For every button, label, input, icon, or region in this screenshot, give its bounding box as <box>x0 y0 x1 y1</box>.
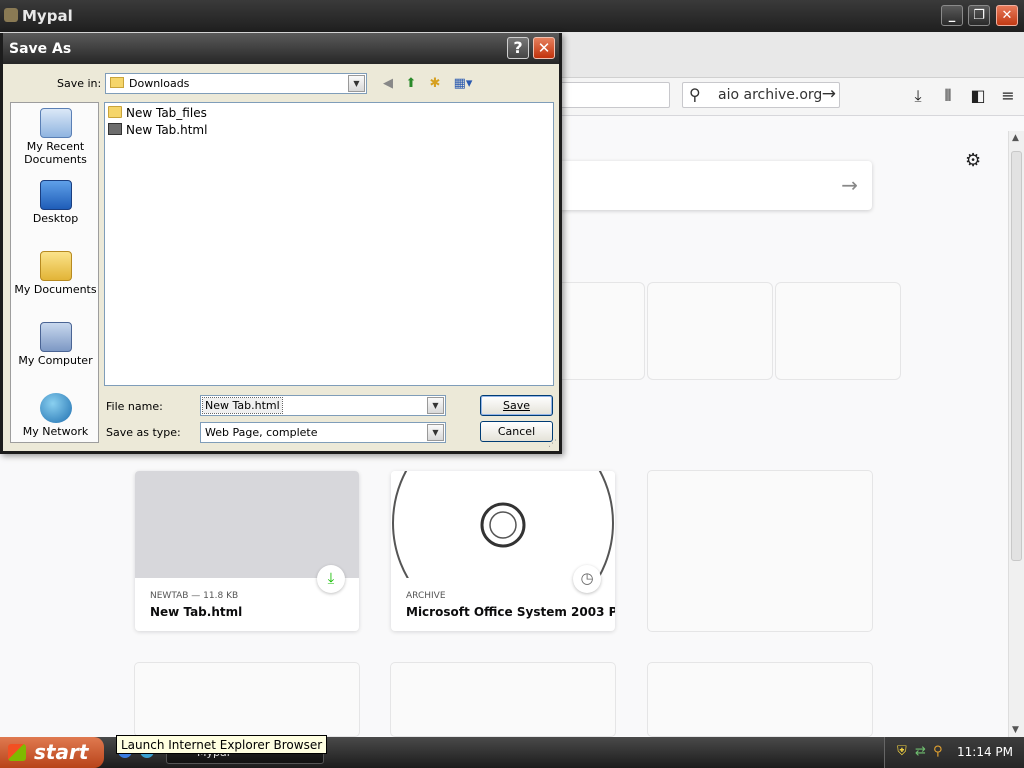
clock-icon: ◷ <box>573 565 601 593</box>
my-computer-icon <box>39 322 72 352</box>
chevron-down-icon[interactable]: ▼ <box>427 397 444 414</box>
empty-highlight-slot <box>135 663 359 736</box>
security-shield-icon[interactable]: ⛨ <box>897 744 907 759</box>
search-submit-arrow-icon[interactable]: → <box>841 173 858 197</box>
empty-highlight-slot <box>648 663 872 736</box>
my-documents-icon <box>39 251 72 281</box>
folder-icon <box>110 77 124 88</box>
view-menu-icon[interactable]: ▦▾ <box>450 76 476 92</box>
windows-flag-icon <box>8 744 26 761</box>
sidebar-icon[interactable]: ◧ <box>968 86 988 105</box>
download-icon: ⤓ <box>317 565 345 593</box>
highlight-card[interactable]: ⤓ NEWTAB — 11.8 KB New Tab.html <box>135 471 359 631</box>
gear-icon[interactable]: ⚙ <box>965 150 981 171</box>
place-my-documents[interactable]: My Documents <box>11 251 100 296</box>
place-my-computer[interactable]: My Computer <box>11 322 100 367</box>
search-go-arrow-icon[interactable]: → <box>822 84 836 104</box>
my-network-icon <box>39 393 72 423</box>
file-name: New Tab.html <box>126 123 208 137</box>
place-my-network[interactable]: My Network <box>11 393 100 438</box>
highlight-card[interactable]: ◷ ARCHIVE Microsoft Office System 2003 P… <box>391 471 615 631</box>
window-title: Mypal <box>22 7 73 25</box>
dialog-titlebar: Save As ? ✕ <box>3 33 559 64</box>
cd-disc-image <box>392 471 614 631</box>
place-label: My Network <box>22 425 89 438</box>
save-in-value: Downloads <box>129 77 190 90</box>
file-name-label: File name: <box>106 400 163 413</box>
minimize-button[interactable]: _ <box>941 5 963 26</box>
scroll-down-arrow-icon[interactable]: ▼ <box>1012 725 1019 735</box>
save-in-dropdown[interactable]: Downloads ▼ <box>105 73 367 94</box>
place-label: My Documents <box>14 283 97 296</box>
network-icon[interactable]: ⇄ <box>915 744 926 759</box>
search-icon: ⚲ <box>689 85 701 104</box>
place-label: My Recent Documents <box>24 140 87 166</box>
save-type-dropdown[interactable]: Web Page, complete ▼ <box>200 422 446 443</box>
new-folder-icon[interactable]: ✱ <box>426 76 444 92</box>
top-site-tile[interactable] <box>776 283 900 379</box>
card-context: ARCHIVE <box>406 591 446 601</box>
newtab-search-box[interactable]: → <box>540 161 872 210</box>
save-in-label: Save in: <box>57 77 102 90</box>
restore-button[interactable]: ❐ <box>968 5 990 26</box>
place-label: Desktop <box>32 212 79 225</box>
save-as-dialog: Save As ? ✕ Save in: Downloads ▼ ◀ ⬆ ✱ ▦… <box>0 33 562 454</box>
card-preview <box>135 471 359 578</box>
search-bar-text: aio archive.org <box>718 87 823 103</box>
tooltip: Launch Internet Explorer Browser <box>116 735 328 754</box>
help-button[interactable]: ? <box>507 37 529 59</box>
file-list[interactable]: New Tab_files New Tab.html <box>104 102 554 386</box>
downloads-icon[interactable]: ⤓ <box>908 86 928 106</box>
scroll-up-arrow-icon[interactable]: ▲ <box>1012 133 1019 143</box>
file-name-value[interactable]: New Tab.html <box>202 397 283 414</box>
mypal-app-icon <box>4 8 18 22</box>
desktop-icon <box>39 180 72 210</box>
resize-grip-icon[interactable]: ⋰ <box>548 439 557 449</box>
save-button[interactable]: Save <box>480 395 553 416</box>
up-folder-icon[interactable]: ⬆ <box>402 76 420 92</box>
search-tray-icon[interactable]: ⚲ <box>933 744 943 759</box>
file-name-field[interactable]: New Tab.html ▼ <box>200 395 446 416</box>
cancel-button[interactable]: Cancel <box>480 421 553 442</box>
top-site-tile[interactable] <box>648 283 772 379</box>
place-my-recent-documents[interactable]: My Recent Documents <box>11 108 100 166</box>
card-context: NEWTAB — 11.8 KB <box>150 591 239 601</box>
place-label: My Computer <box>18 354 93 367</box>
save-type-label: Save as type: <box>106 426 181 439</box>
html-file-icon <box>108 123 122 135</box>
dialog-title: Save As <box>9 41 72 57</box>
close-window-button[interactable]: ✕ <box>996 5 1018 26</box>
start-button[interactable]: start <box>0 737 104 768</box>
save-type-value: Web Page, complete <box>205 426 318 439</box>
clock: 11:14 PM <box>957 745 1013 759</box>
menu-icon[interactable]: ≡ <box>998 86 1018 105</box>
folder-icon <box>108 106 122 118</box>
back-icon[interactable]: ◀ <box>379 76 397 92</box>
empty-highlight-slot <box>648 471 872 631</box>
window-titlebar: Mypal _ ❐ ✕ <box>0 0 1024 32</box>
card-title: Microsoft Office System 2003 P... <box>406 605 615 619</box>
chevron-down-icon[interactable]: ▼ <box>427 424 444 441</box>
list-item-folder[interactable]: New Tab_files <box>108 106 207 122</box>
search-bar[interactable]: ⚲ aio archive.org → <box>682 82 840 108</box>
card-title: New Tab.html <box>150 605 243 619</box>
library-icon[interactable]: ⫴ <box>938 86 958 106</box>
file-name: New Tab_files <box>126 106 207 120</box>
recent-documents-icon <box>39 108 72 138</box>
system-tray: ⛨ ⇄ ⚲ 11:14 PM <box>884 737 1024 768</box>
start-label: start <box>34 740 89 764</box>
empty-highlight-slot <box>391 663 615 736</box>
place-desktop[interactable]: Desktop <box>11 180 100 225</box>
close-dialog-button[interactable]: ✕ <box>533 37 555 59</box>
scrollbar-thumb[interactable] <box>1011 151 1022 561</box>
save-in-value-wrap: Downloads <box>110 77 189 90</box>
chevron-down-icon[interactable]: ▼ <box>348 75 365 92</box>
page-scrollbar[interactable]: ▲ ▼ <box>1008 131 1024 737</box>
places-bar: My Recent Documents Desktop My Documents… <box>10 102 99 443</box>
list-item-file[interactable]: New Tab.html <box>108 123 207 139</box>
card-preview-cd-image <box>391 471 615 631</box>
